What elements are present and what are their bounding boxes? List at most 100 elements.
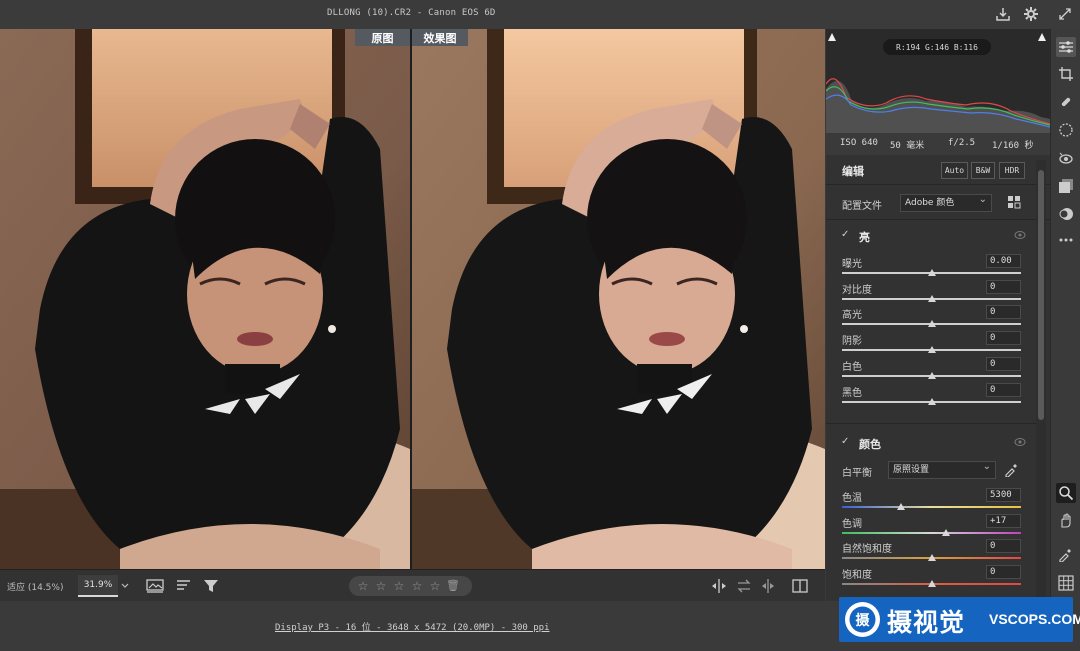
slider-thumb[interactable]: [927, 294, 936, 302]
color-section-header[interactable]: ✓ 颜色: [826, 430, 1036, 456]
crop-icon[interactable]: [1056, 64, 1076, 84]
slider-track[interactable]: [842, 531, 1021, 534]
star-icon[interactable]: ☆: [392, 579, 406, 593]
visibility-eye-icon[interactable]: [1014, 230, 1026, 243]
grid-overlay-icon[interactable]: [1056, 573, 1076, 593]
color-section-title: 颜色: [859, 438, 881, 451]
swap-settings-icon[interactable]: [734, 577, 754, 595]
hdr-button[interactable]: HDR: [999, 162, 1025, 179]
hand-tool-icon[interactable]: [1056, 511, 1076, 531]
wb-sampler-icon[interactable]: [1056, 544, 1076, 564]
iso-value: ISO 640: [840, 138, 878, 148]
vscops-logo: 摄 摄视觉 VSCOPS.COM: [839, 597, 1080, 642]
slider-thumb[interactable]: [941, 528, 950, 536]
bw-button[interactable]: B&W: [971, 162, 995, 179]
settings-gear-icon[interactable]: [1022, 5, 1040, 23]
slider-row: 色调 +17: [826, 513, 1036, 540]
star-icon[interactable]: ☆: [374, 579, 388, 593]
panel-scrollbar[interactable]: [1036, 160, 1046, 600]
slider-thumb[interactable]: [927, 371, 936, 379]
chevron-down-icon[interactable]: ✓: [841, 436, 849, 447]
edit-panel: R:194 G:146 B:116 ISO 640 50 毫米 f/2.5 1/…: [826, 29, 1050, 601]
slider-value-field[interactable]: 0: [986, 331, 1021, 346]
star-icon[interactable]: ☆: [428, 579, 442, 593]
rgb-readout: R:194 G:146 B:116: [883, 39, 991, 55]
panel-scrollbar-thumb[interactable]: [1038, 170, 1044, 420]
slider-thumb[interactable]: [927, 579, 936, 587]
zoom-tool-icon[interactable]: [1056, 483, 1076, 503]
slider-value-field[interactable]: 0: [986, 382, 1021, 397]
logo-text-cn: 摄视觉: [887, 608, 966, 637]
auto-button[interactable]: Auto: [941, 162, 968, 179]
sort-icon[interactable]: [174, 577, 194, 595]
logo-mark-icon: 摄: [845, 602, 880, 637]
shutter-speed-value: 1/160 秒: [992, 141, 1034, 151]
tool-strip: [1050, 29, 1080, 601]
slider-value-field[interactable]: 0: [986, 564, 1021, 579]
filmstrip-icon[interactable]: [145, 577, 165, 595]
slider-thumb[interactable]: [927, 554, 936, 561]
workflow-options-link[interactable]: Display P3 - 16 位 - 3648 x 5472 (20.0MP)…: [275, 620, 550, 633]
after-photo: [412, 29, 825, 569]
eyedropper-icon[interactable]: [1004, 461, 1020, 480]
zoom-level-field[interactable]: 31.9%: [78, 575, 118, 597]
white-balance-row: 白平衡 原照设置: [826, 459, 1036, 484]
zoom-dropdown-chevron-icon[interactable]: [120, 579, 130, 593]
slider-value-field[interactable]: 0: [986, 279, 1021, 294]
slider-row: 饱和度 0: [826, 564, 1036, 591]
slider-label: 阴影: [842, 336, 862, 348]
logo-text-en: VSCOPS.COM: [989, 611, 1080, 627]
slider-thumb[interactable]: [927, 320, 936, 328]
profile-row: 配置文件 Adobe 颜色: [826, 186, 1050, 220]
slider-row: 阴影 0: [826, 331, 1036, 357]
filter-funnel-icon[interactable]: [201, 577, 221, 595]
profile-select[interactable]: Adobe 颜色: [900, 192, 992, 212]
histogram: R:194 G:146 B:116: [826, 29, 1050, 133]
svg-text:摄: 摄: [856, 612, 871, 629]
masking-icon[interactable]: [1056, 120, 1076, 140]
chevron-down-icon[interactable]: ✓: [841, 229, 849, 240]
zoom-fit-button[interactable]: 适应 (14.5%): [7, 580, 63, 593]
export-icon[interactable]: [994, 5, 1012, 23]
snapshot-icon[interactable]: [1056, 204, 1076, 224]
slider-thumb[interactable]: [897, 503, 906, 510]
compare-view-icon[interactable]: [790, 577, 810, 595]
light-section-header[interactable]: ✓ 亮: [826, 223, 1036, 249]
slider-label: 高光: [842, 310, 862, 322]
slider-thumb[interactable]: [927, 346, 936, 354]
slider-row: 自然饱和度 0: [826, 539, 1036, 565]
slider-label: 自然饱和度: [842, 544, 892, 555]
slider-thumb[interactable]: [927, 269, 936, 276]
fullscreen-expand-icon[interactable]: [1056, 5, 1074, 23]
slider-label: 色温: [842, 493, 862, 504]
presets-icon[interactable]: [1056, 176, 1076, 196]
slider-value-field[interactable]: 5300: [986, 488, 1021, 502]
edit-sliders-icon[interactable]: [1056, 37, 1076, 57]
slider-thumb[interactable]: [927, 397, 936, 405]
white-balance-select[interactable]: 原照设置: [888, 459, 996, 479]
image-viewer[interactable]: 原图 效果图: [0, 29, 825, 569]
slider-label: 饱和度: [842, 569, 872, 581]
profile-browser-grid-icon[interactable]: [1007, 195, 1021, 212]
trash-icon[interactable]: 🗑: [446, 579, 460, 593]
aperture-value: f/2.5: [948, 138, 976, 148]
more-options-icon[interactable]: [1056, 230, 1076, 250]
slider-label: 对比度: [842, 284, 872, 296]
section-divider: [826, 423, 1036, 424]
star-rating[interactable]: ☆ ☆ ☆ ☆ ☆ 🗑: [349, 576, 472, 596]
visibility-eye-icon[interactable]: [1014, 437, 1026, 450]
star-icon[interactable]: ☆: [356, 579, 370, 593]
star-icon[interactable]: ☆: [410, 579, 424, 593]
slider-value-field[interactable]: 0.00: [986, 254, 1021, 268]
slider-track[interactable]: [842, 506, 1021, 508]
slider-value-field[interactable]: 0: [986, 305, 1021, 320]
slider-value-field[interactable]: 0: [986, 356, 1021, 371]
healing-bandage-icon[interactable]: [1056, 92, 1076, 112]
copy-settings-icon[interactable]: [758, 577, 778, 595]
slider-value-field[interactable]: 0: [986, 539, 1021, 553]
slider-value-field[interactable]: +17: [986, 513, 1021, 528]
before-after-toggle-icon[interactable]: [709, 577, 729, 595]
camera-info: ISO 640 50 毫米 f/2.5 1/160 秒: [826, 133, 1050, 155]
before-photo: [0, 29, 410, 569]
red-eye-icon[interactable]: [1056, 148, 1076, 168]
